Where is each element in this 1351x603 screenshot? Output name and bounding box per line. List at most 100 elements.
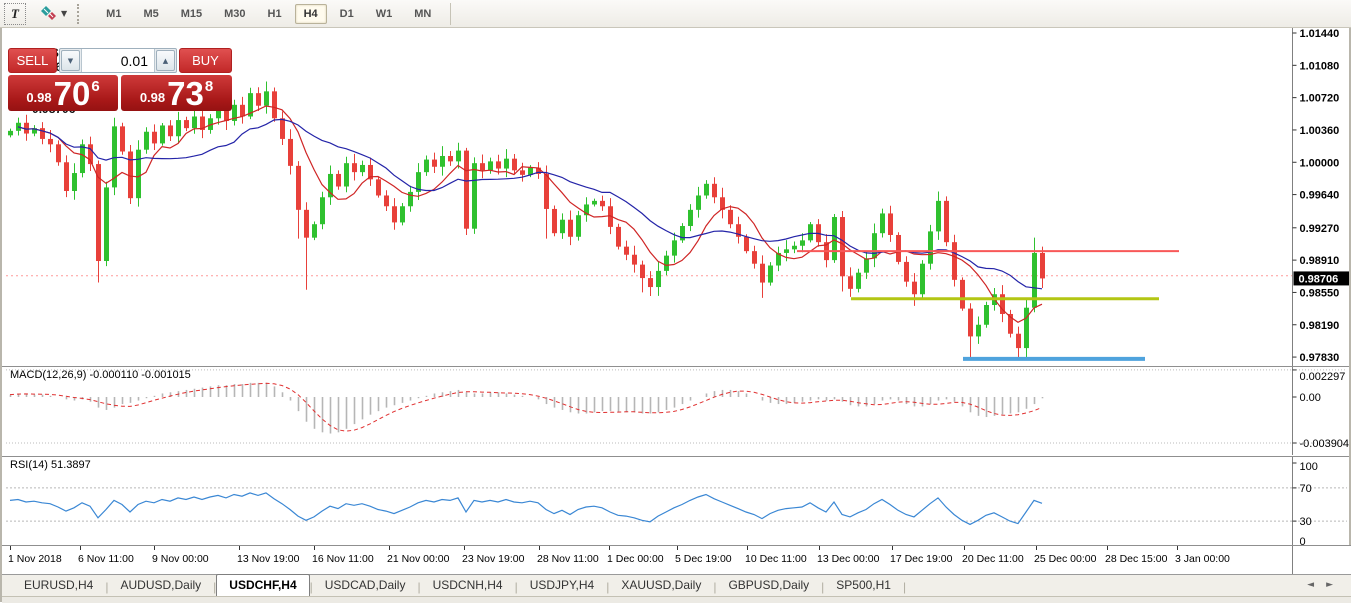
candle [712, 184, 717, 197]
toolbar-drag-handle[interactable] [77, 4, 83, 24]
candle [64, 162, 69, 191]
tab-usdjpy-h4[interactable]: USDJPY,H4 [518, 575, 606, 596]
sell-price-pip: 6 [91, 78, 99, 95]
candle [160, 125, 165, 143]
candle [352, 163, 357, 172]
candle [184, 120, 189, 128]
macd-pane: 0.0022970.00-0.003904 MACD(12,26,9) -0.0… [2, 366, 1349, 456]
chart-window: 1.014401.010801.007201.003601.000000.996… [0, 28, 1351, 602]
candle [448, 156, 453, 161]
text-tool-button[interactable]: T [4, 3, 26, 25]
time-axis-tick [819, 546, 820, 550]
one-click-trade-panel: SELL ▼ 0.01 ▲ BUY 0.98 7 [8, 48, 232, 111]
candle [944, 201, 949, 242]
candle [152, 132, 157, 144]
timeframe-toolbar: M1M5M15M30H1H4D1W1MN [95, 4, 442, 24]
timeframe-m1[interactable]: M1 [97, 4, 130, 24]
candle [864, 258, 869, 272]
time-axis-tick [80, 546, 81, 550]
timeframe-m15[interactable]: M15 [172, 4, 211, 24]
volume-input[interactable]: 0.01 [81, 49, 155, 72]
macd-canvas[interactable]: 0.0022970.00-0.003904 [2, 367, 1349, 455]
price-axis-label: 0.97830 [1300, 352, 1340, 364]
tab-usdcad-daily[interactable]: USDCAD,Daily [313, 575, 418, 596]
candle [336, 174, 341, 187]
candle [464, 151, 469, 229]
diamond-arrows-icon [40, 5, 57, 22]
candle [256, 93, 261, 106]
tab-xauusd-daily[interactable]: XAUUSD,Daily [609, 575, 713, 596]
candle [488, 161, 493, 170]
candle [8, 131, 13, 135]
time-axis-label: 5 Dec 19:00 [675, 553, 732, 565]
candle [384, 195, 389, 206]
rsi-axis-label: 100 [1300, 461, 1318, 473]
candle [688, 210, 693, 226]
time-axis-label: 20 Dec 11:00 [962, 553, 1024, 565]
sell-price-big: 70 [54, 79, 91, 109]
candle [360, 165, 365, 172]
volume-decrease-button[interactable]: ▼ [61, 50, 80, 71]
toolbar-separator [450, 3, 451, 25]
candle [632, 255, 637, 265]
timeframe-m5[interactable]: M5 [134, 4, 167, 24]
time-axis-label: 10 Dec 11:00 [745, 553, 807, 565]
candle [648, 278, 653, 287]
time-axis[interactable]: 1 Nov 20186 Nov 11:009 Nov 00:0013 Nov 1… [2, 545, 1351, 574]
candle [224, 109, 229, 121]
candle [560, 220, 565, 233]
tab-usdchf-h4[interactable]: USDCHF,H4 [216, 574, 309, 597]
volume-increase-button[interactable]: ▲ [156, 50, 175, 71]
price-axis-label: 0.98550 [1300, 287, 1340, 299]
volume-spinner: ▼ 0.01 ▲ [59, 48, 177, 73]
timeframe-h1[interactable]: H1 [259, 4, 291, 24]
timeframe-m30[interactable]: M30 [215, 4, 254, 24]
price-axis-label: 0.99270 [1300, 223, 1340, 235]
timeframe-d1[interactable]: D1 [331, 4, 363, 24]
arrows-tool-button[interactable] [40, 4, 57, 24]
candle [928, 231, 933, 263]
time-axis-separator [1292, 546, 1293, 574]
sell-button[interactable]: SELL [8, 48, 57, 73]
tab-usdcnh-h4[interactable]: USDCNH,H4 [421, 575, 515, 596]
rsi-pane: 10070300 RSI(14) 51.3897 [2, 456, 1349, 546]
spin-up-icon: ▲ [163, 57, 168, 65]
timeframe-h4[interactable]: H4 [295, 4, 327, 24]
price-axis-label: 0.98190 [1300, 320, 1340, 332]
candle [568, 220, 573, 237]
tab-sp500-h1[interactable]: SP500,H1 [824, 575, 903, 596]
time-axis-tick [464, 546, 465, 550]
buy-button[interactable]: BUY [179, 48, 232, 73]
candle [344, 163, 349, 186]
buy-price-pip: 8 [205, 78, 213, 95]
sell-price-display[interactable]: 0.98 70 6 [8, 75, 118, 111]
rsi-axis-label: 30 [1300, 516, 1312, 528]
price-axis-label: 0.99640 [1300, 190, 1340, 202]
tab-gbpusd-daily[interactable]: GBPUSD,Daily [716, 575, 821, 596]
time-axis-tick [747, 546, 748, 550]
candle [792, 246, 797, 250]
tab-scroll-right-icon[interactable]: ► [1326, 580, 1345, 590]
tab-scroll-left-icon[interactable]: ◄ [1307, 580, 1326, 590]
rsi-canvas[interactable]: 10070300 [2, 457, 1349, 545]
buy-price-display[interactable]: 0.98 73 8 [121, 75, 232, 111]
candle [552, 209, 557, 233]
candle [832, 217, 837, 260]
candle [744, 237, 749, 251]
candle [400, 206, 405, 222]
timeframe-mn[interactable]: MN [405, 4, 440, 24]
candle [544, 174, 549, 209]
candle [176, 120, 181, 136]
text-tool-label: T [11, 6, 19, 22]
timeframe-w1[interactable]: W1 [367, 4, 402, 24]
candle [168, 125, 173, 136]
candle [504, 159, 509, 169]
candle [280, 118, 285, 139]
chevron-down-icon[interactable]: ▼ [61, 9, 67, 18]
tab-audusd-daily[interactable]: AUDUSD,Daily [108, 575, 213, 596]
candle [496, 161, 501, 168]
time-axis-tick [239, 546, 240, 550]
candle [408, 192, 413, 206]
tab-eurusd-h4[interactable]: EURUSD,H4 [12, 575, 105, 596]
candle [312, 224, 317, 237]
